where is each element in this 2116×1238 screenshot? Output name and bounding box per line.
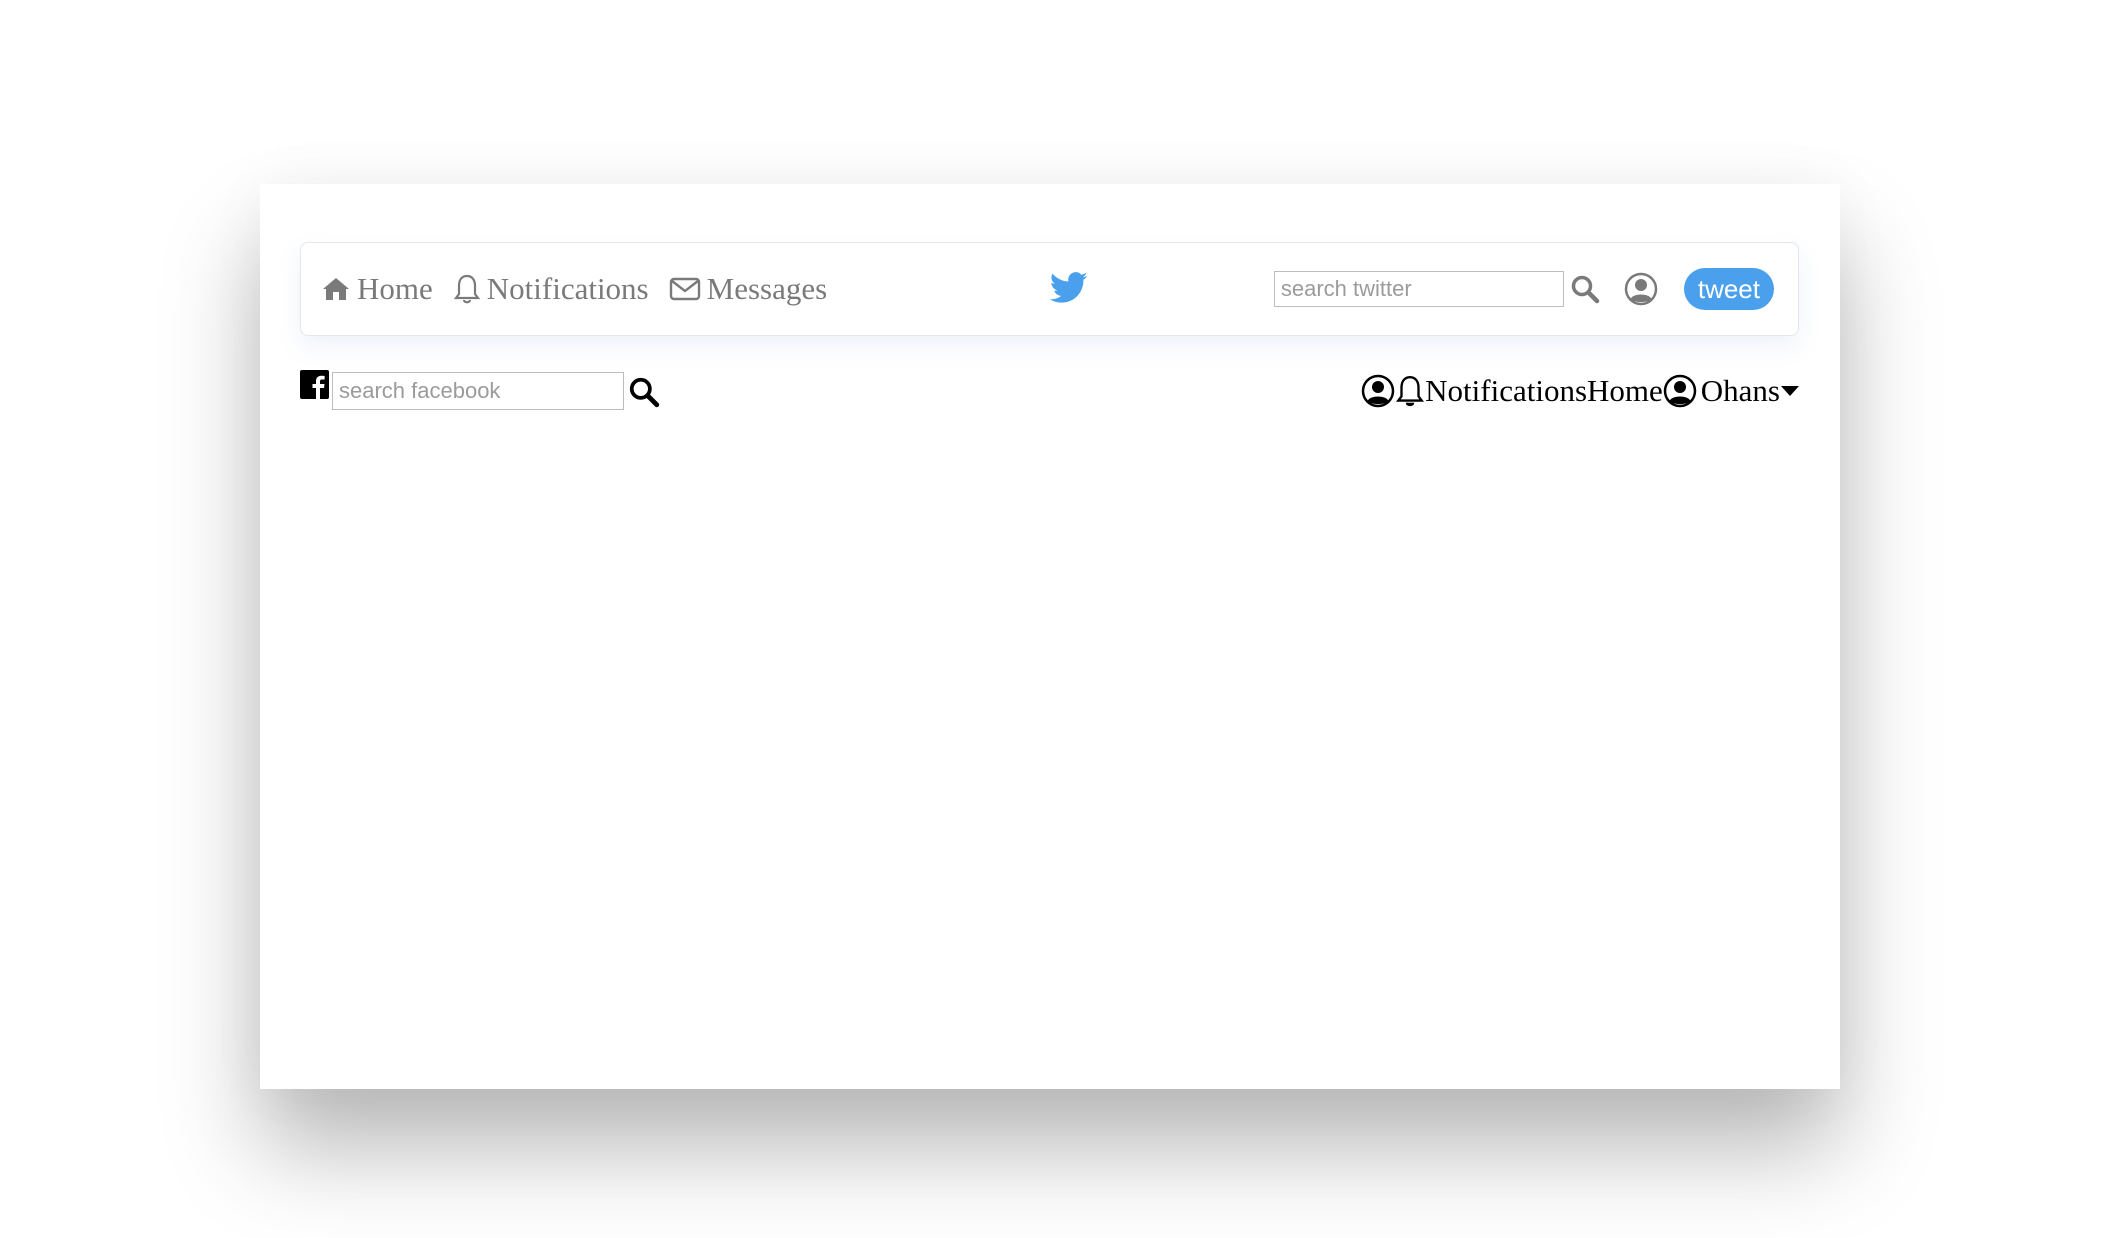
facebook-bar: Notifications Home Ohans bbox=[300, 370, 1800, 420]
nav-home[interactable]: Home bbox=[321, 271, 433, 307]
nav-messages[interactable]: Messages bbox=[669, 271, 828, 307]
twitter-search-input[interactable] bbox=[1273, 271, 1564, 307]
twitter-bird-icon[interactable] bbox=[1050, 271, 1088, 305]
caret-down-icon[interactable] bbox=[1780, 384, 1800, 398]
twitter-header: Home Notifications Messages search twitt… bbox=[300, 242, 1799, 336]
nav-home-label: Home bbox=[357, 271, 433, 306]
facebook-left-controls bbox=[300, 370, 660, 410]
twitter-right-controls: tweet bbox=[1273, 243, 1774, 335]
home-icon bbox=[323, 278, 349, 300]
profile-avatar-icon[interactable] bbox=[1663, 374, 1697, 408]
facebook-right-controls: Notifications Home Ohans bbox=[1361, 370, 1800, 412]
tweet-button[interactable]: tweet bbox=[1683, 268, 1774, 310]
user-name[interactable]: Ohans bbox=[1701, 373, 1780, 409]
bell-icon bbox=[453, 274, 480, 304]
nav-notifications-label: Notifications bbox=[486, 271, 649, 306]
user-avatar-icon[interactable] bbox=[1624, 272, 1658, 306]
app-window: Home Notifications Messages search twitt… bbox=[260, 184, 1840, 1089]
twitter-nav: Home Notifications Messages bbox=[321, 243, 827, 335]
facebook-search-input[interactable] bbox=[332, 372, 624, 410]
bell-icon[interactable] bbox=[1395, 374, 1425, 408]
nav-messages-label: Messages bbox=[706, 271, 828, 306]
search-icon[interactable] bbox=[628, 376, 660, 408]
nav-notifications[interactable]: Notifications bbox=[453, 271, 649, 307]
search-icon[interactable] bbox=[1570, 274, 1600, 304]
facebook-home-link[interactable]: Home bbox=[1587, 373, 1663, 409]
envelope-icon bbox=[669, 277, 700, 301]
user-avatar-icon[interactable] bbox=[1361, 374, 1395, 408]
facebook-logo-icon[interactable] bbox=[300, 370, 329, 399]
facebook-notifications-link[interactable]: Notifications bbox=[1425, 373, 1587, 409]
